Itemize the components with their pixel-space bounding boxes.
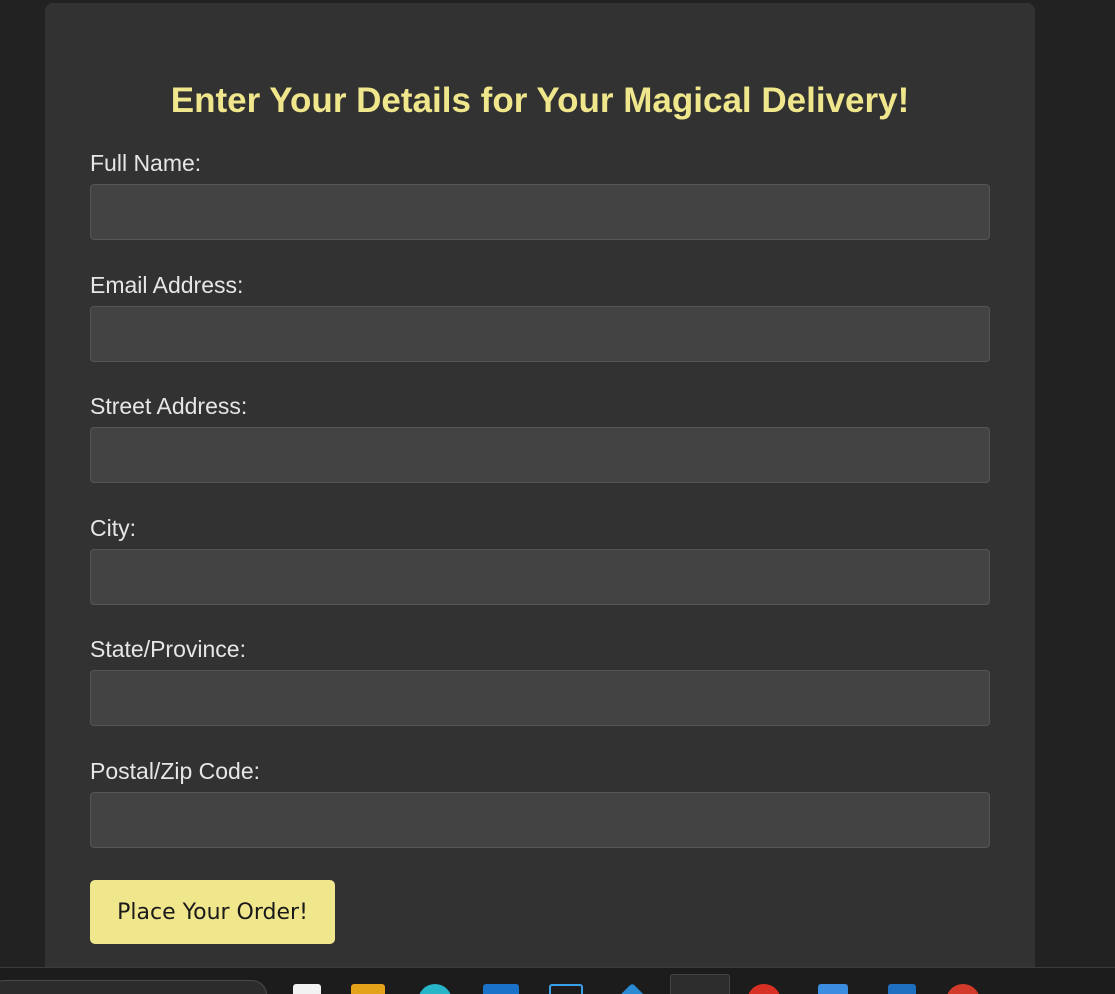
city-label: City: [90, 515, 136, 541]
email-group: Email Address: [90, 272, 990, 362]
postal-code-group: Postal/Zip Code: [90, 758, 990, 848]
postal-code-input[interactable] [90, 792, 990, 848]
vscode-icon[interactable] [618, 983, 652, 994]
delivery-form-card: Enter Your Details for Your Magical Deli… [45, 3, 1035, 993]
taskbar [0, 967, 1115, 994]
email-input[interactable] [90, 306, 990, 362]
state-province-label: State/Province: [90, 636, 246, 662]
state-province-group: State/Province: [90, 636, 990, 726]
active-app-icon[interactable] [670, 974, 730, 994]
full-name-group: Full Name: [90, 150, 990, 240]
city-group: City: [90, 515, 990, 605]
full-name-input[interactable] [90, 184, 990, 240]
street-address-label: Street Address: [90, 393, 248, 419]
form-title: Enter Your Details for Your Magical Deli… [170, 81, 910, 120]
city-input[interactable] [90, 549, 990, 605]
street-address-input[interactable] [90, 427, 990, 483]
place-order-button[interactable]: Place Your Order! [90, 880, 335, 944]
postal-code-label: Postal/Zip Code: [90, 758, 261, 784]
full-name-label: Full Name: [90, 150, 202, 176]
state-province-input[interactable] [90, 670, 990, 726]
street-address-group: Street Address: [90, 393, 990, 483]
taskbar-search-box[interactable] [0, 980, 267, 994]
email-label: Email Address: [90, 272, 244, 298]
